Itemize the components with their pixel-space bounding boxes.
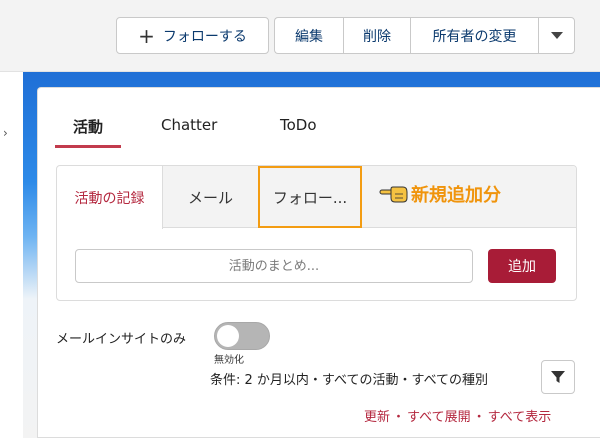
show-all-link[interactable]: すべて表示: [488, 410, 552, 425]
timeline-links: 更新・すべて展開・すべて表示: [364, 406, 551, 425]
chevron-down-icon: [550, 32, 563, 39]
tab-chatter[interactable]: Chatter: [161, 110, 217, 148]
toggle-knob: [217, 325, 239, 347]
expand-all-link[interactable]: すべて展開: [407, 410, 471, 425]
activity-panel: 活動 Chatter ToDo 活動の記録 メール フォロー... 新規追加分 …: [37, 87, 600, 438]
plus-icon: +: [138, 23, 155, 48]
more-actions-button[interactable]: [538, 17, 575, 54]
edit-button[interactable]: 編集: [274, 17, 343, 54]
email-insights-toggle[interactable]: [214, 322, 270, 350]
add-button[interactable]: 追加: [488, 249, 556, 283]
email-insights-label: メールインサイトのみ: [56, 332, 187, 347]
refresh-link[interactable]: 更新: [364, 410, 390, 425]
record-tabs: 活動 Chatter ToDo: [55, 110, 585, 148]
activity-summary-input[interactable]: [75, 249, 473, 283]
delete-button[interactable]: 削除: [343, 17, 410, 54]
subtab-log-activity[interactable]: 活動の記録: [57, 166, 163, 229]
follow-button[interactable]: + フォローする: [116, 17, 269, 54]
activity-composer: 活動の記録 メール フォロー... 新規追加分 追加: [56, 165, 577, 301]
tab-activity[interactable]: 活動: [55, 110, 121, 148]
left-column-marker: ›: [3, 126, 8, 140]
toggle-state-text: 無効化: [214, 355, 244, 366]
left-column: ›: [0, 72, 23, 438]
filter-icon: [551, 371, 565, 383]
follow-button-label: フォローする: [162, 28, 247, 45]
subtab-follow[interactable]: フォロー...: [258, 166, 362, 228]
link-separator: ・: [472, 410, 486, 425]
change-owner-button[interactable]: 所有者の変更: [410, 17, 538, 54]
subtab-email[interactable]: メール: [163, 166, 258, 228]
filter-summary: 条件: 2 か月以内・すべての活動・すべての種別: [210, 373, 489, 388]
link-separator: ・: [392, 410, 406, 425]
composer-tabs: 活動の記録 メール フォロー... 新規追加分: [57, 166, 576, 229]
action-button-group: 編集 削除 所有者の変更: [274, 17, 575, 54]
pointing-hand-icon: [379, 186, 408, 203]
filter-button[interactable]: [541, 360, 575, 394]
record-header: + フォローする 編集 削除 所有者の変更: [0, 0, 600, 72]
tab-todo[interactable]: ToDo: [280, 110, 317, 148]
new-feature-annotation: 新規追加分: [379, 174, 501, 214]
annotation-text: 新規追加分: [411, 185, 501, 206]
